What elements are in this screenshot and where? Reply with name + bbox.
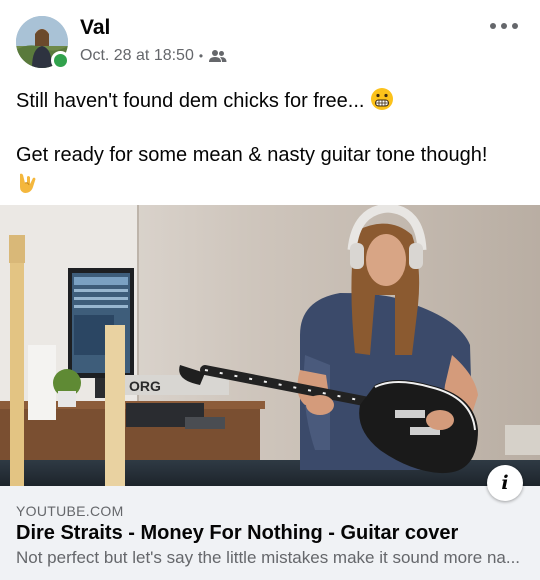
post-text-line-1: Still haven't found dem chicks for free.…: [16, 86, 526, 116]
video-thumbnail[interactable]: ORG: [0, 205, 540, 486]
post-text-line-2: Get ready for some mean & nasty guitar t…: [16, 140, 526, 200]
post-meta: Oct. 28 at 18:50 •: [80, 46, 227, 66]
meta-separator: •: [198, 49, 204, 63]
post-header: Val Oct. 28 at 18:50 •: [0, 0, 540, 80]
link-domain: YOUTUBE.COM: [16, 503, 124, 519]
sign-of-the-horns-icon: [16, 171, 40, 195]
online-status-dot: [51, 51, 70, 70]
author-name[interactable]: Val: [80, 16, 110, 40]
friends-icon: [209, 49, 227, 63]
post-text: Still haven't found dem chicks for free.…: [16, 86, 526, 200]
post-timestamp[interactable]: Oct. 28 at 18:50: [80, 46, 194, 66]
grimacing-face-icon: [370, 87, 394, 111]
info-icon[interactable]: i: [487, 465, 523, 501]
link-description: Not perfect but let's say the little mis…: [16, 548, 521, 567]
link-preview[interactable]: YOUTUBE.COM Dire Straits - Money For Not…: [0, 486, 540, 580]
amp-brand-label: ORG: [129, 378, 161, 394]
more-options-icon[interactable]: [490, 14, 518, 38]
link-title[interactable]: Dire Straits - Money For Nothing - Guita…: [16, 522, 458, 545]
